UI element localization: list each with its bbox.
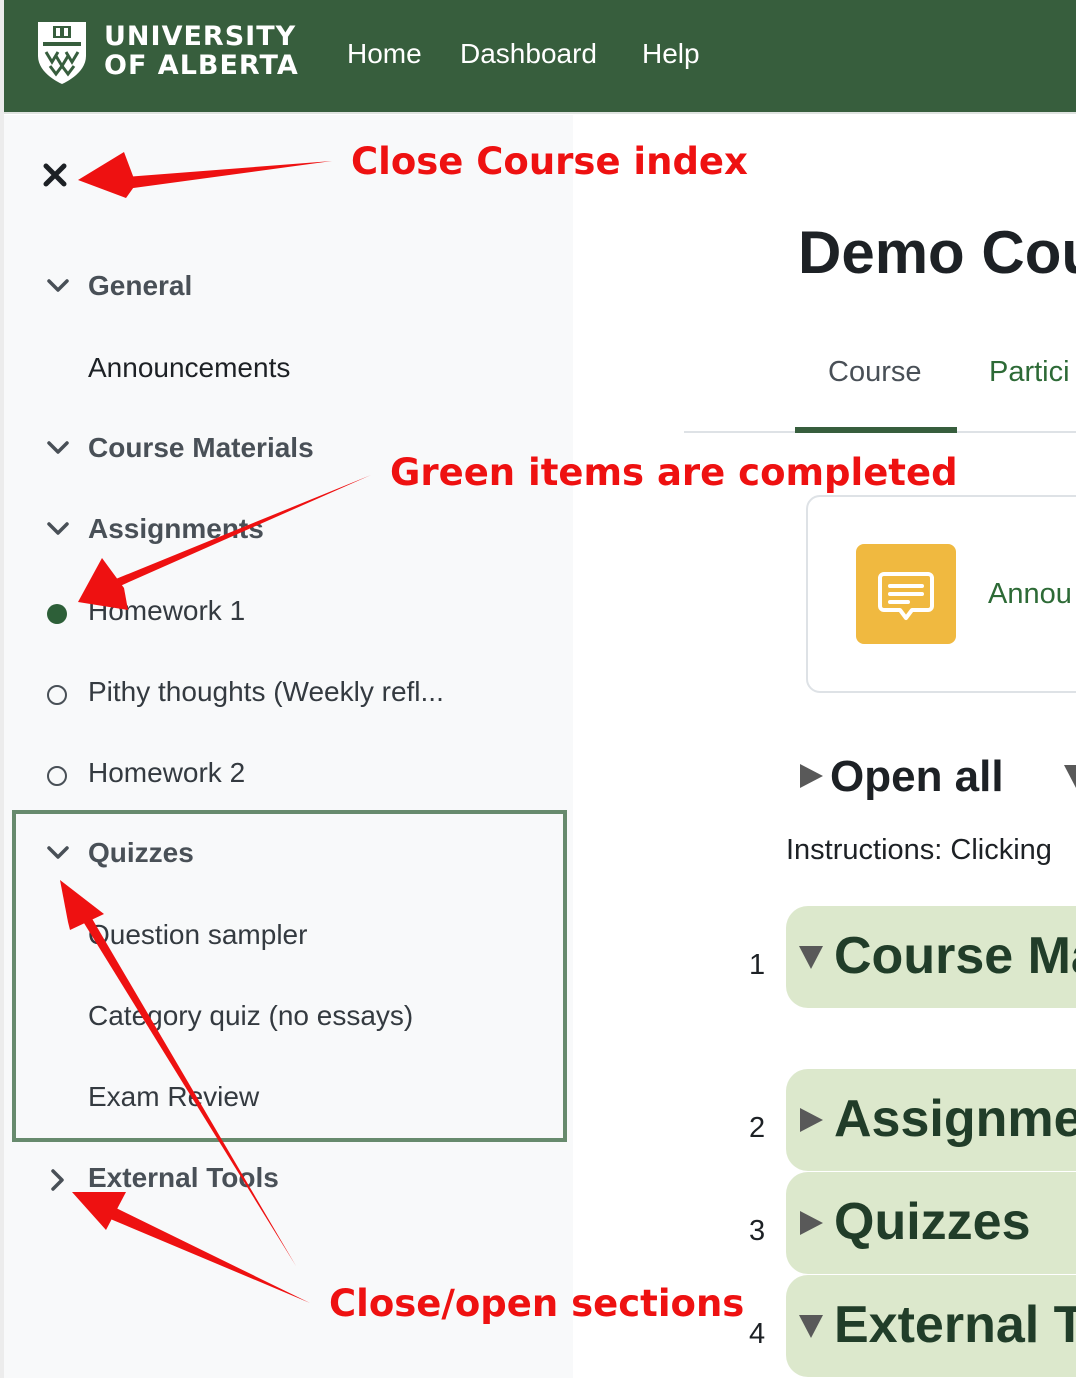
section-course-materials[interactable]: Course Materials bbox=[88, 432, 314, 464]
section-number: 4 bbox=[749, 1318, 766, 1350]
index-item-pithy-thoughts[interactable]: Pithy thoughts (Weekly refl... bbox=[88, 676, 444, 708]
nav-help-link[interactable]: Help bbox=[642, 38, 700, 70]
open-all-button[interactable]: Open all bbox=[830, 752, 1004, 802]
chevron-right-icon[interactable] bbox=[46, 1168, 70, 1192]
triangle-down-icon bbox=[799, 1315, 823, 1338]
nav-dashboard-link[interactable]: Dashboard bbox=[460, 38, 597, 70]
chevron-down-icon[interactable] bbox=[46, 517, 70, 541]
tab-course[interactable]: Course bbox=[828, 356, 922, 389]
top-navbar: UNIVERSITY OF ALBERTA Home Dashboard Hel… bbox=[4, 0, 1076, 114]
chevron-down-icon[interactable] bbox=[46, 841, 70, 865]
tab-participants[interactable]: Partici bbox=[989, 356, 1070, 389]
annotation-close-open-sections: Close/open sections bbox=[329, 1282, 745, 1325]
annotation-green-items: Green items are completed bbox=[390, 451, 958, 494]
chevron-down-icon[interactable] bbox=[46, 436, 70, 460]
section-external-tools[interactable]: External Tools bbox=[88, 1162, 279, 1194]
index-item-category-quiz[interactable]: Category quiz (no essays) bbox=[88, 1000, 413, 1032]
close-icon bbox=[43, 163, 67, 187]
index-item-announcements[interactable]: Announcements bbox=[88, 352, 290, 384]
section-title[interactable]: Quizzes bbox=[834, 1192, 1031, 1252]
chevron-down-icon[interactable] bbox=[46, 274, 70, 298]
university-crest-icon[interactable] bbox=[34, 18, 90, 88]
section-assignments[interactable]: Assignments bbox=[88, 513, 264, 545]
section-title[interactable]: External T bbox=[834, 1295, 1076, 1355]
announcements-link[interactable]: Annou bbox=[988, 578, 1072, 611]
section-number: 1 bbox=[749, 949, 766, 981]
section-quizzes[interactable]: Quizzes bbox=[88, 837, 194, 869]
triangle-right-icon bbox=[800, 1211, 823, 1235]
incomplete-circle-icon bbox=[47, 766, 67, 786]
triangle-right-icon bbox=[800, 1108, 823, 1132]
section-title[interactable]: Assignme bbox=[834, 1089, 1076, 1149]
triangle-right-icon bbox=[800, 764, 823, 788]
nav-home-link[interactable]: Home bbox=[347, 38, 422, 70]
section-title[interactable]: Course Ma bbox=[834, 926, 1076, 986]
annotation-close-course-index: Close Course index bbox=[351, 140, 748, 183]
page-title: Demo Cou bbox=[798, 219, 1076, 286]
index-item-homework-2[interactable]: Homework 2 bbox=[88, 757, 245, 789]
section-number: 2 bbox=[749, 1112, 766, 1144]
active-tab-indicator bbox=[795, 427, 957, 433]
triangle-down-icon bbox=[799, 946, 823, 969]
brand-name[interactable]: UNIVERSITY OF ALBERTA bbox=[104, 22, 299, 80]
index-item-homework-1[interactable]: Homework 1 bbox=[88, 595, 245, 627]
index-item-exam-review[interactable]: Exam Review bbox=[88, 1081, 259, 1113]
triangle-down-icon[interactable] bbox=[1062, 762, 1076, 790]
index-item-question-sampler[interactable]: Question sampler bbox=[88, 919, 307, 951]
completed-dot-icon bbox=[47, 604, 67, 624]
close-course-index-button[interactable] bbox=[40, 158, 68, 192]
instructions-text: Instructions: Clicking bbox=[786, 834, 1052, 866]
forum-icon bbox=[856, 544, 956, 644]
incomplete-circle-icon bbox=[47, 685, 67, 705]
section-general[interactable]: General bbox=[88, 270, 192, 302]
section-number: 3 bbox=[749, 1215, 766, 1247]
